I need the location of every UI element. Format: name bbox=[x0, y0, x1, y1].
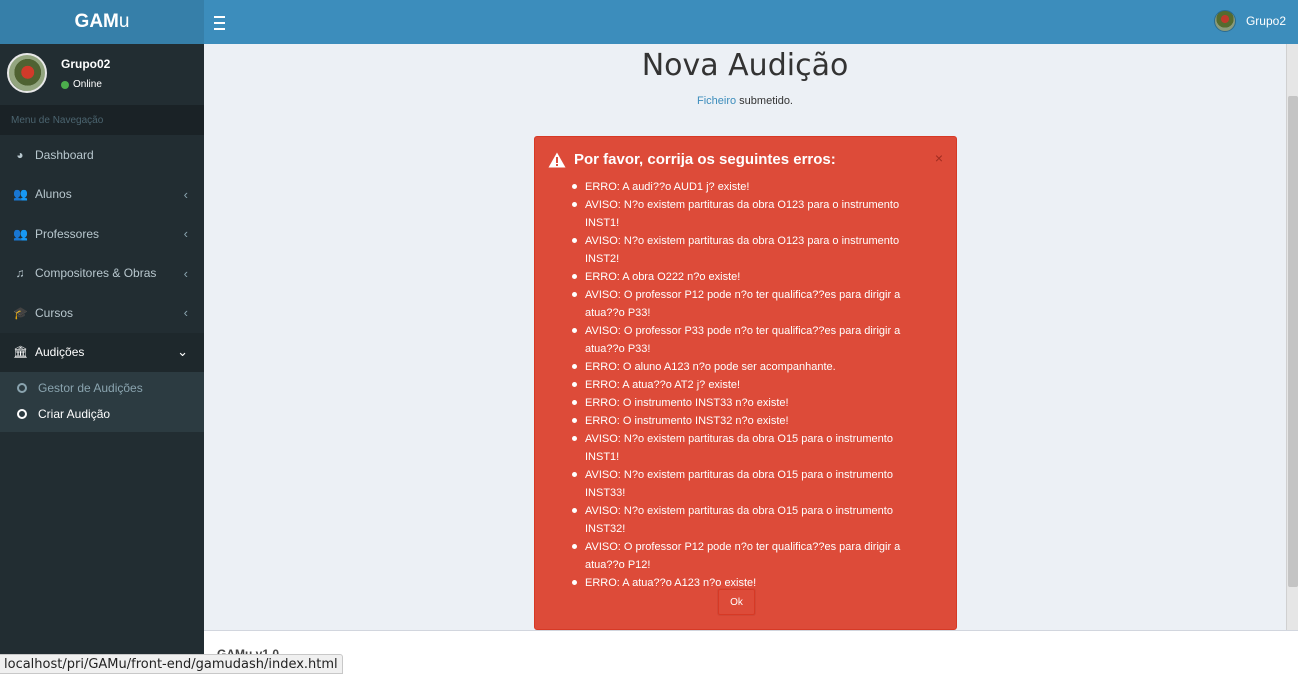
sidebar-item-label: Cursos bbox=[35, 305, 74, 320]
alert-message-item: ERRO: A atua??o AT2 j? existe! bbox=[572, 376, 920, 394]
audicoes-submenu: Gestor de Audições Criar Audição bbox=[0, 372, 204, 432]
alert-heading: Por favor, corrija os seguintes erros: bbox=[548, 151, 836, 168]
alert-heading-text: Por favor, corrija os seguintes erros: bbox=[574, 151, 836, 168]
alert-message-item: AVISO: O professor P12 pode n?o ter qual… bbox=[572, 538, 920, 574]
users-icon: 👥 bbox=[13, 187, 28, 202]
alert-message-item: AVISO: N?o existem partituras da obra O1… bbox=[572, 502, 920, 538]
chevron-left-icon: ‹ bbox=[183, 305, 188, 321]
sidebar-user-name: Grupo02 bbox=[61, 57, 111, 71]
sidebar-toggle-icon[interactable] bbox=[214, 12, 230, 32]
sidebar-item-dashboard[interactable]: ◕ Dashboard bbox=[0, 135, 204, 175]
user-menu[interactable]: Grupo2 bbox=[1213, 10, 1286, 32]
submenu-item-criar-audicao[interactable]: Criar Audição bbox=[0, 401, 204, 427]
alert-message-item: AVISO: N?o existem partituras da obra O1… bbox=[572, 232, 920, 268]
page-scrollbar[interactable] bbox=[1286, 44, 1298, 630]
status-label: Online bbox=[73, 79, 102, 90]
page-title: Nova Audição bbox=[641, 48, 849, 83]
warning-icon bbox=[548, 152, 566, 167]
sidebar-item-alunos[interactable]: 👥 Alunos ‹ bbox=[0, 175, 204, 215]
alert-message-item: AVISO: N?o existem partituras da obra O1… bbox=[572, 466, 920, 502]
ok-button[interactable]: Ok bbox=[718, 589, 755, 615]
alert-message-item: ERRO: O instrumento INST33 n?o existe! bbox=[572, 394, 920, 412]
logo-bold-text: GAM bbox=[74, 11, 119, 32]
header-user-name: Grupo2 bbox=[1245, 14, 1286, 28]
top-navbar: Grupo2 bbox=[204, 0, 1298, 44]
submenu-item-label: Criar Audição bbox=[38, 407, 111, 421]
subtitle-text: submetido. bbox=[736, 95, 793, 107]
alert-message-item: AVISO: N?o existem partituras da obra O1… bbox=[572, 196, 920, 232]
chevron-left-icon: ‹ bbox=[183, 226, 188, 242]
users-icon: 👥 bbox=[13, 226, 28, 241]
sidebar-item-professores[interactable]: 👥 Professores ‹ bbox=[0, 214, 204, 254]
sidebar-item-label: Professores bbox=[35, 226, 100, 241]
sidebar-user-panel: Grupo02 Online bbox=[0, 44, 204, 102]
dashboard-icon: ◕ bbox=[16, 147, 24, 162]
page-subtitle: Ficheiro submetido. bbox=[204, 95, 1286, 107]
error-alert-dialog: Por favor, corrija os seguintes erros: ×… bbox=[534, 136, 957, 630]
alert-message-item: AVISO: O professor P33 pode n?o ter qual… bbox=[572, 322, 920, 358]
bank-icon: 🏛 bbox=[13, 345, 29, 360]
chevron-left-icon: ‹ bbox=[183, 265, 188, 281]
submenu-item-gestor-audicoes[interactable]: Gestor de Audições bbox=[0, 375, 204, 401]
sidebar-item-label: Dashboard bbox=[35, 147, 94, 162]
graduation-cap-icon: 🎓 bbox=[13, 305, 28, 320]
ficheiro-link[interactable]: Ficheiro bbox=[697, 95, 736, 107]
sidebar: Grupo02 Online Menu de Navegação ◕ Dashb… bbox=[0, 44, 204, 674]
chevron-down-icon: ⌄ bbox=[177, 344, 188, 360]
sidebar-user-avatar bbox=[7, 53, 47, 93]
music-icon: ♫ bbox=[15, 266, 25, 281]
submenu-item-label: Gestor de Audições bbox=[38, 381, 143, 395]
alert-message-item: ERRO: O instrumento INST32 n?o existe! bbox=[572, 412, 920, 430]
alert-message-item: ERRO: A obra O222 n?o existe! bbox=[572, 268, 920, 286]
page-footer: GAMu v1.0 bbox=[204, 630, 1298, 674]
browser-status-bar: localhost/pri/GAMu/front-end/gamudash/in… bbox=[0, 654, 343, 674]
user-avatar-small bbox=[1213, 10, 1236, 32]
sidebar-item-label: Compositores & Obras bbox=[35, 266, 157, 281]
close-icon[interactable]: × bbox=[935, 150, 943, 166]
chevron-left-icon: ‹ bbox=[183, 186, 188, 202]
sidebar-item-compositores-obras[interactable]: ♫ Compositores & Obras ‹ bbox=[0, 254, 204, 294]
sidebar-item-audicoes[interactable]: 🏛 Audições ⌄ bbox=[0, 332, 204, 372]
sidebar-user-status: Online bbox=[61, 79, 102, 90]
alert-message-item: ERRO: A audi??o AUD1 j? existe! bbox=[572, 178, 920, 196]
sidebar-item-label: Audições bbox=[35, 345, 85, 360]
circle-icon bbox=[17, 409, 27, 419]
alert-message-item: AVISO: O professor P12 pode n?o ter qual… bbox=[572, 286, 920, 322]
scrollbar-thumb[interactable] bbox=[1288, 96, 1298, 587]
nav-header: Menu de Navegação bbox=[0, 105, 204, 135]
sidebar-item-cursos[interactable]: 🎓 Cursos ‹ bbox=[0, 293, 204, 333]
app-logo[interactable]: GAM u bbox=[0, 0, 204, 44]
alert-message-item: ERRO: O aluno A123 n?o pode ser acompanh… bbox=[572, 358, 920, 376]
online-status-icon bbox=[61, 80, 69, 89]
circle-icon bbox=[17, 383, 27, 393]
alert-message-list: ERRO: A audi??o AUD1 j? existe! AVISO: N?… bbox=[572, 178, 920, 592]
alert-message-item: AVISO: N?o existem partituras da obra O1… bbox=[572, 430, 920, 466]
sidebar-item-label: Alunos bbox=[35, 187, 72, 202]
logo-light-text: u bbox=[118, 11, 130, 32]
